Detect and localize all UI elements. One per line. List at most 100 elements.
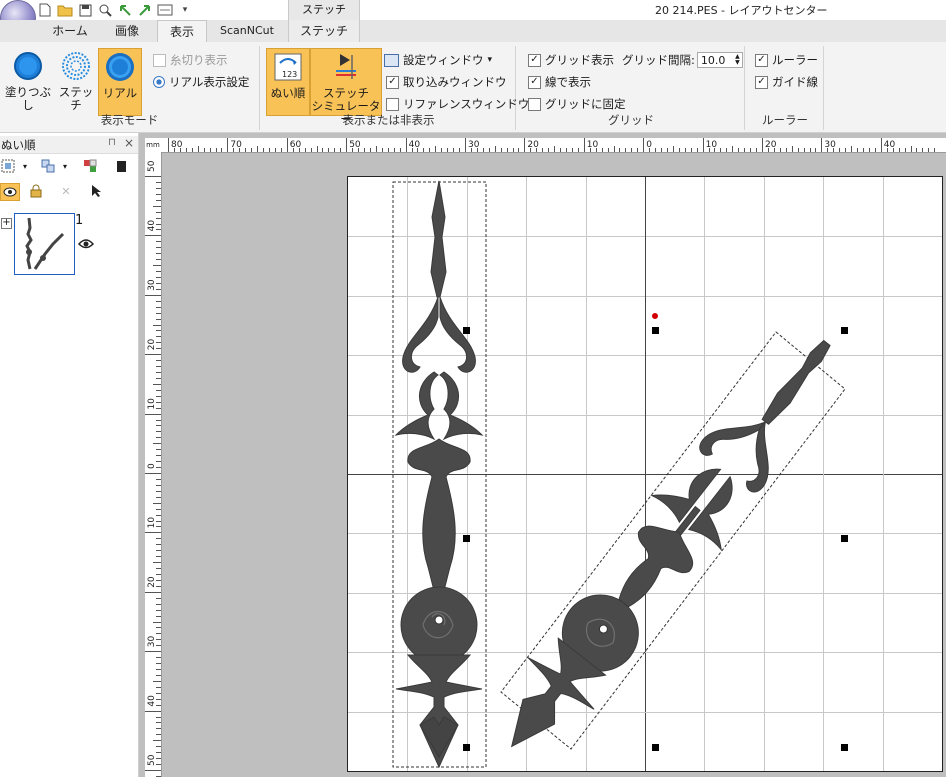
settings-window-dropdown[interactable]: 設定ウィンドウ ▾	[384, 52, 492, 68]
grid-interval-label: グリッド間隔:	[622, 53, 695, 67]
display-mode-group-label: 表示モード	[100, 113, 159, 127]
tab-image[interactable]: 画像	[104, 20, 150, 42]
grid-interval-input[interactable]: 10.0 ▲ ▼	[696, 52, 743, 68]
ruler-label: 20	[765, 140, 777, 150]
save-icon[interactable]	[76, 2, 94, 18]
snap-to-grid-label: グリッドに固定	[545, 97, 626, 111]
ruler-label: 50	[147, 160, 157, 172]
tab-home[interactable]: ホーム	[46, 20, 94, 42]
ruler-label: 10	[587, 140, 599, 150]
visibility-eye-icon[interactable]	[77, 238, 95, 253]
grid-group: ✓ グリッド表示 グリッド間隔: 10.0 ▲ ▼ ✓ 線で表示 グリッドに固定 …	[518, 46, 745, 130]
ruler-checkbox[interactable]: ✓ ルーラー	[755, 52, 818, 68]
vertical-ruler: 50 40 30 20 10 0 10 20 30 40 50	[145, 152, 162, 777]
stitch-icon	[60, 50, 92, 82]
simulator-icon	[330, 51, 362, 83]
import-window-checkbox[interactable]: ✓ 取り込みウィンドウ	[386, 74, 507, 90]
ruler-label: 10	[147, 517, 157, 529]
thread-color-icon[interactable]	[113, 158, 129, 174]
thread-cut-checkbox[interactable]: 糸切り表示	[153, 52, 228, 68]
show-as-lines-box: ✓	[528, 75, 541, 89]
ruler-label: ルーラー	[772, 53, 818, 67]
sew-order-panel-header: ぬい順 ⊓ ×	[0, 136, 138, 154]
fill-mode-button[interactable]: 塗りつぶし	[3, 50, 53, 112]
new-file-icon[interactable]	[36, 2, 54, 18]
open-folder-icon[interactable]	[56, 2, 74, 18]
ruler-unit: mm	[145, 138, 161, 152]
chevron-down-icon[interactable]: ▾	[17, 158, 33, 174]
ruler-label: 30	[147, 279, 157, 291]
sew-order-item-number: 1	[75, 213, 84, 228]
stitch-mode-button[interactable]: ステッチ	[55, 50, 97, 112]
panel-title: ぬい順	[1, 138, 36, 152]
chevron-down-icon-2[interactable]: ▾	[57, 158, 73, 174]
color-sort-icon[interactable]	[82, 158, 98, 174]
screen-icon[interactable]	[156, 2, 174, 18]
thread-cut-box	[153, 53, 166, 67]
reference-window-checkbox[interactable]: リファレンスウィンドウ	[386, 96, 529, 112]
show-as-lines-label: 線で表示	[545, 75, 591, 89]
sew-order-label: ぬい順	[270, 86, 306, 100]
real-settings-radio	[153, 76, 165, 88]
lock-icon[interactable]	[28, 183, 44, 199]
ruler-label: 30	[147, 635, 157, 647]
scissors-icon[interactable]: ✕	[58, 183, 74, 199]
eye-icon[interactable]	[0, 183, 20, 201]
chevron-down-icon: ▾	[487, 55, 493, 65]
sew-order-thumbnail[interactable]	[14, 213, 75, 275]
ruler-label: 70	[230, 140, 242, 150]
origin-marker	[652, 313, 658, 319]
ruler-label: 60	[290, 140, 302, 150]
embroidery-hoop-canvas[interactable]	[347, 176, 943, 772]
reference-window-box	[386, 97, 399, 111]
order-icon[interactable]	[40, 158, 56, 174]
reference-window-label: リファレンスウィンドウ	[403, 97, 530, 111]
tab-scanncut[interactable]: ScanNCut	[214, 20, 280, 42]
real-mode-button[interactable]: リアル	[98, 48, 142, 116]
ruler-label: 30	[824, 140, 836, 150]
display-mode-group: 塗りつぶし ステッチ リアル 糸切り表示 リアル表示設定 表示モード	[0, 46, 260, 130]
ruler-label: 0	[147, 463, 157, 469]
quick-access-toolbar: ▾	[36, 1, 194, 19]
real-settings-option[interactable]: リアル表示設定	[153, 74, 249, 90]
guide-line-label: ガイド線	[772, 75, 818, 89]
redo-icon[interactable]	[136, 2, 154, 18]
fill-mode-label: 塗りつぶし	[4, 85, 52, 112]
thumbnail-embroidery-icon	[25, 217, 65, 270]
svg-text:123: 123	[282, 70, 297, 79]
settings-window-icon	[384, 53, 399, 67]
ruler-group: ✓ ルーラー ✓ ガイド線 ルーラー	[747, 46, 824, 130]
ruler-label: 40	[884, 140, 896, 150]
real-mode-label: リアル	[102, 86, 138, 100]
tab-view[interactable]: 表示	[157, 20, 207, 44]
context-tab-header: ステッチ	[288, 0, 360, 20]
customize-arrow-icon[interactable]: ▾	[176, 2, 194, 18]
tab-stitch[interactable]: ステッチ	[288, 20, 360, 42]
sew-order-icon: 123	[272, 51, 304, 83]
zoom-icon[interactable]	[96, 2, 114, 18]
guide-line-checkbox[interactable]: ✓ ガイド線	[755, 74, 818, 90]
embroidery-design-diagonal[interactable]	[477, 316, 862, 771]
select-frame-icon[interactable]	[0, 158, 16, 174]
ruler-label: 20	[527, 140, 539, 150]
thread-cut-label: 糸切り表示	[170, 53, 228, 67]
snap-to-grid-checkbox[interactable]: グリッドに固定	[528, 96, 626, 112]
stitch-simulator-button[interactable]: ステッチ シミュレーター	[310, 48, 382, 126]
ruler-label: 40	[409, 140, 421, 150]
ruler-label: 20	[147, 576, 157, 588]
settings-window-label: 設定ウィンドウ	[403, 53, 484, 67]
pointer-icon[interactable]	[88, 183, 104, 199]
sew-order-button[interactable]: 123 ぬい順	[266, 48, 310, 116]
ruler-label: 30	[468, 140, 480, 150]
expand-toggle[interactable]: +	[1, 218, 12, 229]
show-as-lines-checkbox[interactable]: ✓ 線で表示	[528, 74, 591, 90]
import-window-box: ✓	[386, 75, 399, 89]
undo-icon[interactable]	[116, 2, 134, 18]
pin-icon[interactable]: ⊓	[108, 137, 116, 148]
show-grid-box: ✓	[528, 53, 541, 67]
close-icon[interactable]: ×	[124, 136, 134, 150]
show-grid-checkbox[interactable]: ✓ グリッド表示	[528, 52, 614, 68]
real-icon	[104, 51, 136, 83]
ruler-box: ✓	[755, 53, 768, 67]
spin-arrows-icon[interactable]: ▲ ▼	[733, 54, 742, 66]
